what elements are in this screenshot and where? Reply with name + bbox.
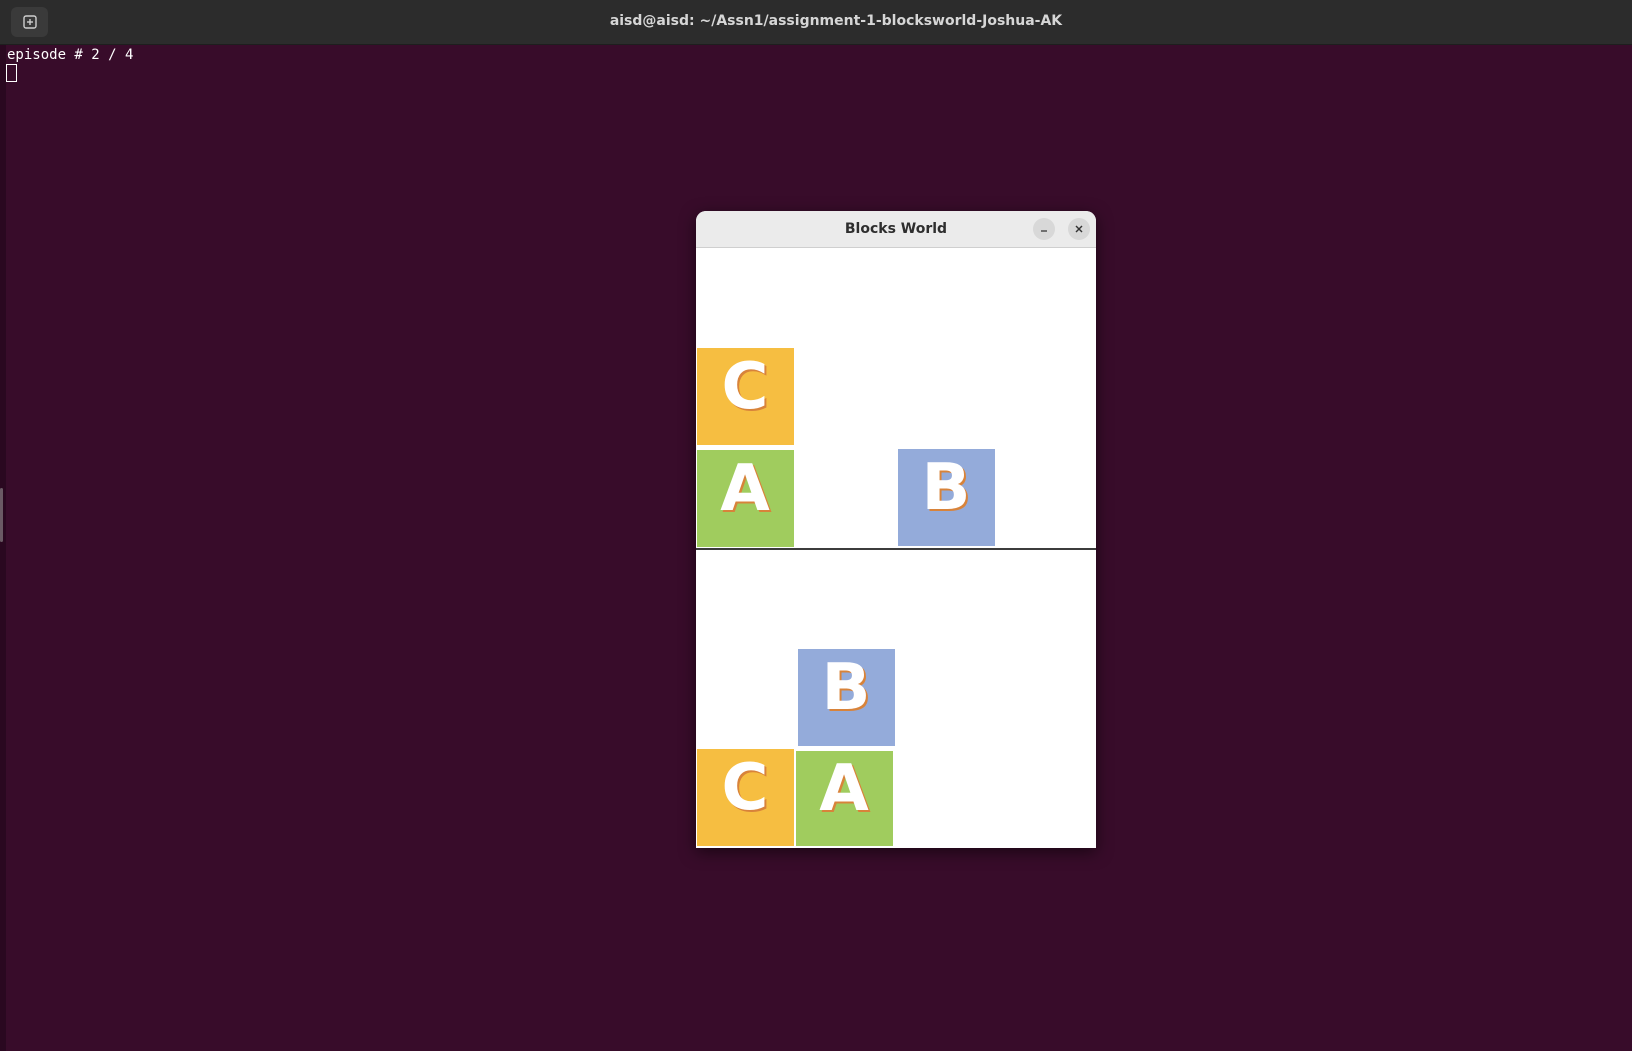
minimize-button[interactable]: [1033, 218, 1055, 240]
blocks-world-window: Blocks World C C A A B B B B C C A A: [696, 211, 1096, 848]
side-panel-handle[interactable]: [0, 488, 3, 542]
current-block-b: B B: [898, 449, 995, 546]
goal-block-a: A A: [796, 751, 893, 846]
terminal-title: aisd@aisd: ~/Assn1/assignment-1-blockswo…: [609, 13, 1063, 29]
block-letter-b: B B: [922, 451, 973, 527]
block-letter-b: B B: [822, 651, 873, 727]
svg-text:A: A: [819, 752, 869, 826]
terminal-left-edge: [0, 45, 6, 1051]
svg-text:C: C: [722, 751, 769, 825]
minimize-icon: [1041, 230, 1047, 232]
current-block-a: A A: [697, 450, 794, 547]
goal-block-b: B B: [798, 649, 895, 746]
svg-text:C: C: [722, 350, 769, 424]
goal-block-c: C C: [697, 749, 794, 846]
terminal-output-line: episode # 2 / 4: [7, 47, 134, 63]
blocks-world-titlebar[interactable]: Blocks World: [696, 211, 1096, 248]
blocks-world-canvas: C C A A B B B B C C A A: [696, 248, 1096, 848]
block-letter-c: C C: [722, 751, 771, 827]
svg-text:B: B: [922, 451, 971, 525]
block-letter-a: A A: [819, 752, 871, 828]
close-icon: [1075, 225, 1083, 233]
close-button[interactable]: [1068, 218, 1090, 240]
terminal-cursor: [6, 64, 17, 82]
svg-text:A: A: [720, 452, 770, 526]
current-block-c: C C: [697, 348, 794, 445]
block-letter-c: C C: [722, 350, 771, 426]
block-letter-a: A A: [720, 452, 772, 528]
terminal-titlebar: aisd@aisd: ~/Assn1/assignment-1-blockswo…: [0, 0, 1632, 45]
state-divider: [696, 548, 1096, 550]
svg-text:B: B: [822, 651, 871, 725]
